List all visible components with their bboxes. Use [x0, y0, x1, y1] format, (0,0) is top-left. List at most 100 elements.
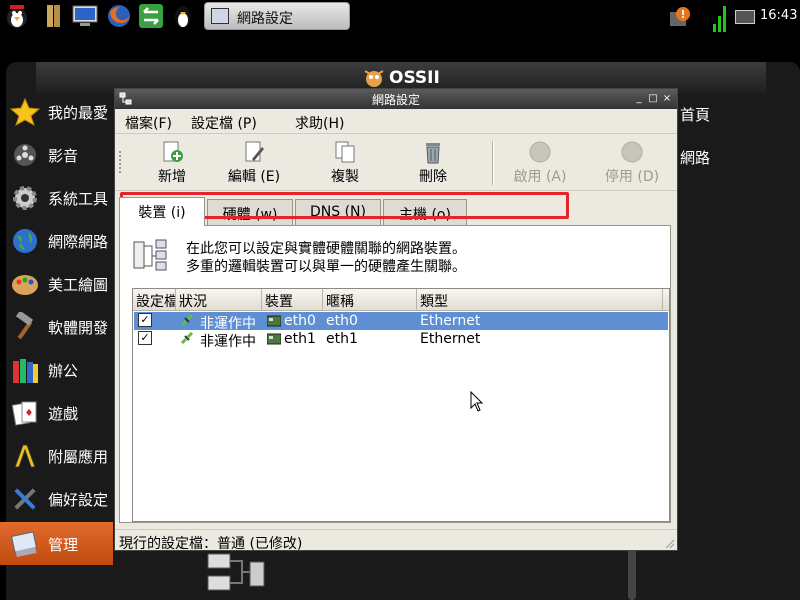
sidebar-item-preferences[interactable]: 偏好設定	[0, 477, 113, 520]
sidebar-item-label: 美工繪圖	[48, 276, 109, 294]
activate-button[interactable]: 啟用 (A)	[505, 135, 575, 189]
delete-button[interactable]: 刪除	[398, 135, 468, 189]
sidebar-item-label: 辦公	[48, 362, 79, 380]
menu-help[interactable]: 求助(H)	[295, 113, 344, 133]
deactivate-button[interactable]: 停用 (D)	[597, 135, 667, 189]
network-devices-info-icon	[133, 239, 167, 271]
firefox-icon[interactable]	[106, 3, 132, 29]
info-text-line-2: 多重的邏輯裝置可以與單一的硬體產生關聯。	[186, 259, 466, 275]
switch-user-icon[interactable]	[138, 3, 164, 29]
edit-button-label: 編輯 (E)	[227, 169, 281, 185]
ossii-brand-text: OSSII	[389, 68, 440, 88]
profile-checkbox[interactable]: ✓	[138, 331, 152, 345]
activate-button-label: 啟用 (A)	[513, 169, 567, 185]
row-nickname: eth1	[326, 331, 358, 347]
clock[interactable]: 16:43	[760, 8, 797, 23]
toolbar-separator	[492, 141, 494, 185]
row-device: eth0	[284, 313, 316, 329]
copy-button-label: 複製	[331, 169, 359, 185]
tux-icon[interactable]	[170, 3, 196, 29]
right-item-network[interactable]: 網路	[680, 147, 710, 168]
menu-right-panel: 首頁 網路	[676, 94, 800, 564]
sidebar-item-internet[interactable]: 網際網路	[0, 219, 113, 262]
sidebar-item-games[interactable]: ♦ 遊戲	[0, 391, 113, 434]
sidebar-item-label: 網際網路	[48, 233, 109, 251]
new-icon	[163, 141, 183, 162]
disconnected-plug-icon	[180, 332, 194, 345]
network-warning-icon[interactable]: !	[668, 6, 690, 28]
device-list-table: 設定檔 狀況 裝置 暱稱 類型 ✓ 非運作中 eth0 eth0 Etherne…	[132, 288, 670, 522]
sidebar-item-label: 軟體開發	[48, 319, 109, 337]
network-card-icon	[267, 333, 281, 345]
dialog-menubar: 檔案(F) 設定檔 (P) 求助(H)	[115, 110, 677, 134]
status-text: 現行的設定檔：普通 (已修改)	[119, 536, 303, 552]
globe-icon	[13, 229, 37, 253]
star-icon	[10, 97, 40, 127]
taskbar-task-label: 網路設定	[237, 11, 293, 27]
minimize-button[interactable]: _	[633, 92, 645, 105]
maximize-button[interactable]: □	[647, 92, 659, 105]
handle-bar-icon[interactable]	[44, 3, 70, 29]
svg-text:!: !	[680, 8, 685, 21]
sidebar-item-graphics[interactable]: 美工繪圖	[0, 262, 113, 305]
dialog-toolbar: 新增 編輯 (E) 複製 刪除 啟用 (A) 停用 (D)	[115, 135, 677, 191]
hammer-icon	[15, 312, 34, 340]
network-settings-dialog: 網路設定 _ □ × 檔案(F) 設定檔 (P) 求助(H) 新增 編輯 (E)…	[114, 88, 678, 552]
table-row[interactable]: ✓ 非運作中 eth1 eth1 Ethernet	[134, 330, 668, 350]
sidebar-item-multimedia[interactable]: 影音	[0, 133, 113, 176]
disconnected-plug-icon	[180, 314, 194, 327]
dialog-title: 網路設定	[371, 93, 420, 107]
sidebar-item-label: 遊戲	[48, 405, 79, 423]
delete-icon	[426, 143, 440, 164]
sidebar-item-label: 偏好設定	[48, 491, 109, 509]
row-status: 非運作中	[200, 334, 256, 350]
admin-tools-icon	[10, 531, 38, 558]
ossii-logo-icon	[364, 70, 384, 87]
column-header-nickname[interactable]: 暱稱	[323, 289, 417, 311]
right-item-home[interactable]: 首頁	[680, 104, 710, 125]
wrench-screwdriver-icon	[14, 488, 36, 510]
dialog-title-bar[interactable]: 網路設定 _ □ ×	[115, 89, 677, 109]
gear-icon	[13, 186, 37, 210]
edit-button[interactable]: 編輯 (E)	[219, 135, 289, 189]
sidebar-item-favorites[interactable]: 我的最愛	[0, 90, 113, 133]
network-devices-icon	[207, 553, 265, 591]
sidebar-item-label: 附屬應用	[48, 448, 109, 466]
new-button[interactable]: 新增	[137, 135, 207, 189]
resize-grip-icon[interactable]	[665, 539, 675, 549]
column-header-device[interactable]: 裝置	[262, 289, 323, 311]
menu-profile[interactable]: 設定檔 (P)	[191, 113, 257, 133]
row-device: eth1	[284, 331, 316, 347]
mouse-cursor-icon	[470, 391, 484, 412]
row-type: Ethernet	[420, 331, 481, 347]
activate-icon	[529, 141, 551, 163]
delete-button-label: 刪除	[419, 169, 447, 185]
keyboard-icon[interactable]	[735, 10, 755, 24]
sidebar-item-label: 我的最愛	[48, 104, 109, 122]
tab-devices[interactable]: 裝置 (i)	[119, 197, 205, 226]
sidebar-item-administration[interactable]: 管理	[0, 522, 113, 565]
column-header-profile[interactable]: 設定檔	[133, 289, 176, 311]
wireless-signal-icon[interactable]	[712, 2, 730, 32]
sidebar-item-office[interactable]: 辦公	[0, 348, 113, 391]
profile-checkbox[interactable]: ✓	[138, 313, 152, 327]
taskbar-network-settings-button[interactable]: 網路設定	[204, 2, 350, 30]
table-row[interactable]: ✓ 非運作中 eth0 eth0 Ethernet	[134, 312, 668, 332]
sidebar-item-accessories[interactable]: 附屬應用	[0, 434, 113, 477]
start-menu-penguin-icon[interactable]	[4, 3, 30, 29]
toolbar-grip[interactable]	[119, 151, 123, 173]
column-header-type[interactable]: 類型	[417, 289, 663, 311]
close-button[interactable]: ×	[661, 92, 673, 105]
copy-button[interactable]: 複製	[310, 135, 380, 189]
books-icon	[13, 359, 38, 383]
edit-icon	[245, 141, 264, 162]
network-window-icon	[211, 8, 229, 24]
menu-file[interactable]: 檔案(F)	[125, 113, 172, 133]
network-card-icon	[267, 315, 281, 327]
sidebar-item-development[interactable]: 軟體開發	[0, 305, 113, 348]
sidebar-item-system-tools[interactable]: 系統工具	[0, 176, 113, 219]
dialog-status-bar: 現行的設定檔：普通 (已修改)	[115, 529, 677, 552]
devices-tab-page: 在此您可以設定與實體硬體關聯的網路裝置。 多重的邏輯裝置可以與單一的硬體產生關聯…	[119, 225, 671, 523]
column-header-status[interactable]: 狀況	[176, 289, 262, 311]
show-desktop-icon[interactable]	[72, 3, 98, 29]
